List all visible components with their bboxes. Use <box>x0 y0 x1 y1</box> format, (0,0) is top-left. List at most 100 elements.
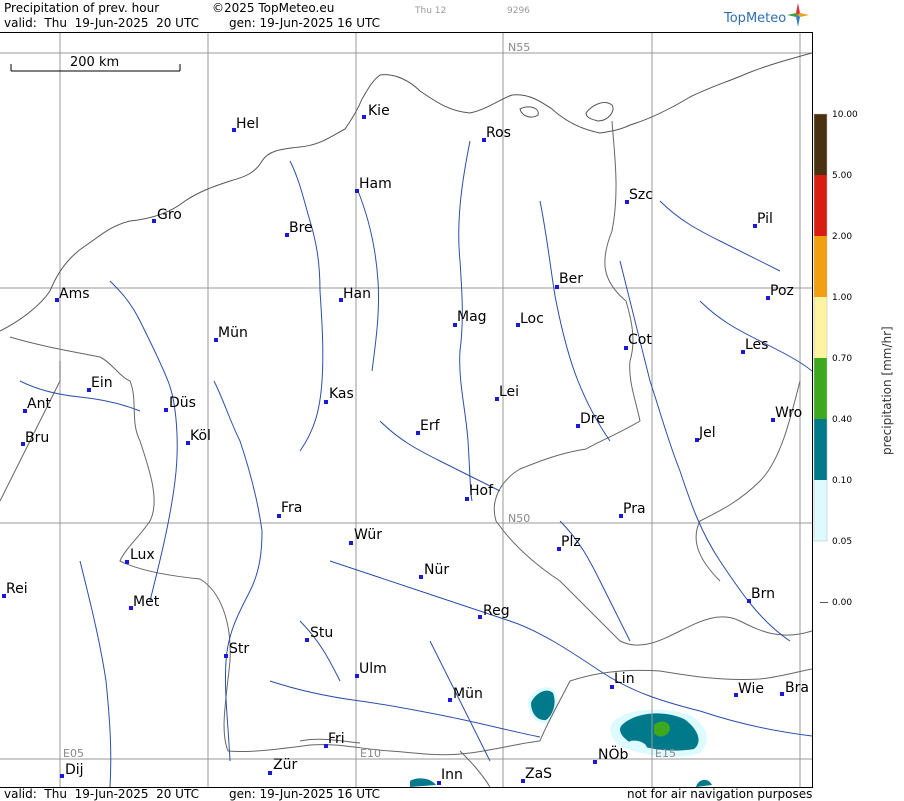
grid-label-n55: N55 <box>508 41 530 54</box>
legend-level: 1.00 <box>832 293 853 303</box>
grid-label-e10: E10 <box>360 747 381 760</box>
city-label: Kas <box>329 386 354 402</box>
legend-level: 0.10 <box>832 476 853 486</box>
city-label: Gro <box>157 207 182 223</box>
city-label: Poz <box>770 283 794 299</box>
city-label: Met <box>133 594 160 610</box>
city-label: Rei <box>6 581 28 597</box>
city-label: Wür <box>354 527 382 543</box>
city-label: Kie <box>368 103 390 119</box>
city-label: Lei <box>499 384 519 400</box>
city-label: Szc <box>629 187 653 203</box>
city-marker <box>362 115 366 119</box>
grid-label-e15: E15 <box>655 747 676 760</box>
legend-color-bar <box>813 113 828 542</box>
legend-level: 2.00 <box>832 232 853 242</box>
legend-zero-tick <box>820 602 828 603</box>
day-tag: Thu 12 <box>415 6 447 16</box>
footer-generated-time: gen: 19-Jun-2025 16 UTC <box>229 787 381 801</box>
city-label: Wie <box>738 681 764 697</box>
city-label: Inn <box>441 767 463 783</box>
footer-valid-time: valid: Thu 19-Jun-2025 20 UTC <box>4 787 199 801</box>
map-title: Precipitation of prev. hour <box>4 1 160 15</box>
city-label: Köl <box>190 428 211 444</box>
city-label: Bra <box>785 680 809 696</box>
legend-level: 0.70 <box>832 354 853 364</box>
city-label: Bre <box>289 220 313 236</box>
city-label: Lin <box>614 671 635 687</box>
city-label: Ams <box>59 286 90 302</box>
code-tag: 9296 <box>507 6 530 16</box>
city-label: Dre <box>580 411 605 427</box>
city-marker <box>164 408 168 412</box>
city-marker <box>305 638 309 642</box>
city-label: Han <box>343 286 371 302</box>
grid-label-e05: E05 <box>63 747 84 760</box>
city-label: Plz <box>561 534 581 550</box>
city-label: Mag <box>457 309 487 325</box>
footer-disclaimer: not for air navigation purposes <box>627 787 813 801</box>
coastlines <box>0 52 812 332</box>
city-label: Ber <box>559 271 583 287</box>
city-label: Ant <box>27 396 51 412</box>
city-label: Bru <box>25 430 49 446</box>
city-label: Ulm <box>359 661 387 677</box>
city-label: Cot <box>628 332 652 348</box>
city-marker <box>780 692 784 696</box>
city-marker <box>478 615 482 619</box>
city-marker <box>593 760 597 764</box>
city-label: Mün <box>218 325 248 341</box>
city-label: Pil <box>757 211 773 227</box>
legend-level: 10.00 <box>832 110 858 120</box>
cities: Kie Hel Ros Ham Szc Gro Bre Pil Ber Ams … <box>2 103 809 785</box>
city-marker <box>324 400 328 404</box>
legend-level: 0.00 <box>832 598 853 608</box>
valid-time: valid: Thu 19-Jun-2025 20 UTC <box>4 16 199 30</box>
city-label: Ros <box>486 125 511 141</box>
city-label: Reg <box>483 603 510 619</box>
city-label: Brn <box>751 586 775 602</box>
city-label: Loc <box>520 311 544 327</box>
lat-lon-grid <box>0 33 812 787</box>
grid-label-n50: N50 <box>508 512 530 525</box>
city-label: Jel <box>698 425 716 441</box>
city-label: Stu <box>310 625 333 641</box>
city-label: Pra <box>623 501 646 517</box>
city-label: Zür <box>273 757 297 773</box>
city-marker <box>349 541 353 545</box>
city-label: Ham <box>359 176 392 192</box>
city-label: Wro <box>775 405 802 421</box>
city-label: Erf <box>420 418 441 434</box>
map-canvas: 200 km N55 N50 E05 E10 E15 Kie Hel Ros H… <box>0 33 812 787</box>
scale-label: 200 km <box>70 55 119 70</box>
city-label: Mün <box>453 686 483 702</box>
city-label: Hel <box>236 116 259 132</box>
city-label: Düs <box>169 395 196 411</box>
city-marker <box>419 575 423 579</box>
legend-level: 0.05 <box>832 537 853 547</box>
city-marker <box>152 219 156 223</box>
city-marker <box>125 560 129 564</box>
generated-time: gen: 19-Jun-2025 16 UTC <box>229 16 381 30</box>
city-marker <box>60 774 64 778</box>
legend-axis-label: precipitation [mm/hr] <box>880 326 894 455</box>
city-marker <box>224 654 228 658</box>
copyright-text: ©2025 TopMeteo.eu <box>212 1 335 15</box>
city-label: Hof <box>469 483 494 499</box>
country-borders <box>0 120 812 787</box>
city-label: Nür <box>424 562 449 578</box>
legend-level: 0.40 <box>832 415 853 425</box>
city-label: Lux <box>130 547 155 563</box>
city-label: ZaS <box>525 766 552 782</box>
city-label: Fri <box>328 731 345 747</box>
compass-logo-icon <box>787 3 809 27</box>
city-marker <box>268 771 272 775</box>
city-label: Ein <box>91 375 113 391</box>
city-label: Fra <box>281 500 302 516</box>
brand-logo-text: TopMeteo <box>724 11 787 26</box>
city-label: Str <box>229 641 249 657</box>
city-marker <box>448 698 452 702</box>
precipitation-map[interactable]: 200 km N55 N50 E05 E10 E15 Kie Hel Ros H… <box>0 32 813 788</box>
legend-level: 5.00 <box>832 171 853 181</box>
city-label: NÖb <box>598 745 628 763</box>
